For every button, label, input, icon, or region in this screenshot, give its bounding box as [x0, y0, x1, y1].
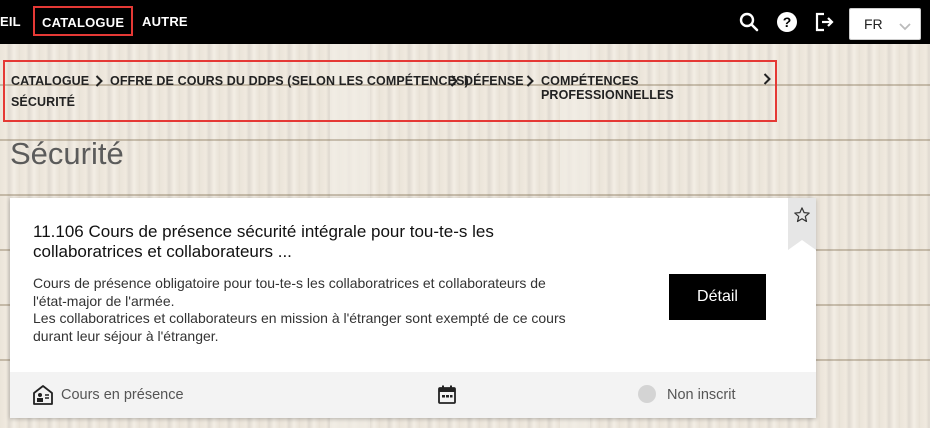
course-type-label: Cours en présence	[61, 387, 184, 403]
breadcrumb-item-competences[interactable]: COMPÉTENCES PROFESSIONNELLES	[541, 74, 775, 102]
top-navigation-bar: EIL CATALOGUE AUTRE ? FR	[0, 0, 930, 44]
nav-item-autre[interactable]: AUTRE	[142, 0, 188, 44]
detail-button[interactable]: Détail	[669, 274, 766, 320]
language-value: FR	[864, 16, 883, 32]
breadcrumb-item-offre[interactable]: OFFRE DE COURS DU DDPS (SELON LES COMPÉT…	[110, 74, 469, 88]
course-description-line: Les collaboratrices et collaborateurs en…	[33, 310, 566, 326]
logout-icon[interactable]	[814, 12, 834, 32]
course-title-line: collaboratrices et collaborateurs ...	[33, 242, 292, 261]
chevron-right-icon	[763, 72, 771, 90]
breadcrumb: CATALOGUE OFFRE DE COURS DU DDPS (SELON …	[3, 60, 777, 122]
chevron-right-icon	[450, 74, 458, 92]
course-card: 11.106 Cours de présence sécurité intégr…	[10, 198, 816, 418]
course-description-line: durant leur séjour à l'étranger.	[33, 327, 219, 344]
breadcrumb-item-securite: SÉCURITÉ	[11, 95, 76, 109]
chevron-down-icon	[899, 19, 911, 37]
registration-status-indicator	[638, 385, 656, 403]
nav-item-accueil[interactable]: EIL	[0, 0, 21, 44]
course-description-line: l'état-major de l'armée.	[33, 292, 175, 309]
svg-text:?: ?	[783, 14, 792, 30]
star-icon[interactable]	[793, 206, 811, 224]
breadcrumb-item-catalogue[interactable]: CATALOGUE	[11, 74, 89, 88]
help-icon[interactable]: ?	[777, 12, 797, 32]
favorite-ribbon[interactable]	[788, 198, 816, 250]
chevron-right-icon	[95, 74, 103, 92]
chevron-right-icon	[526, 74, 534, 92]
course-card-footer: Cours en présence Non inscrit	[10, 372, 816, 418]
course-description-line: Cours de présence obligatoire pour tou-t…	[33, 275, 546, 291]
language-select[interactable]: FR	[849, 8, 921, 40]
registration-status-label: Non inscrit	[667, 387, 736, 403]
breadcrumb-item-defense[interactable]: DÉFENSE	[464, 74, 524, 88]
course-title-line: 11.106 Cours de présence sécurité intégr…	[33, 222, 494, 241]
search-icon[interactable]	[739, 12, 759, 32]
page-title: Sécurité	[10, 136, 124, 171]
calendar-icon	[438, 385, 456, 409]
course-title[interactable]: 11.106 Cours de présence sécurité intégr…	[33, 222, 593, 262]
nav-item-catalogue[interactable]: CATALOGUE	[33, 6, 134, 36]
course-description: Cours de présence obligatoire pour tou-t…	[33, 275, 653, 345]
classroom-icon	[32, 384, 54, 411]
